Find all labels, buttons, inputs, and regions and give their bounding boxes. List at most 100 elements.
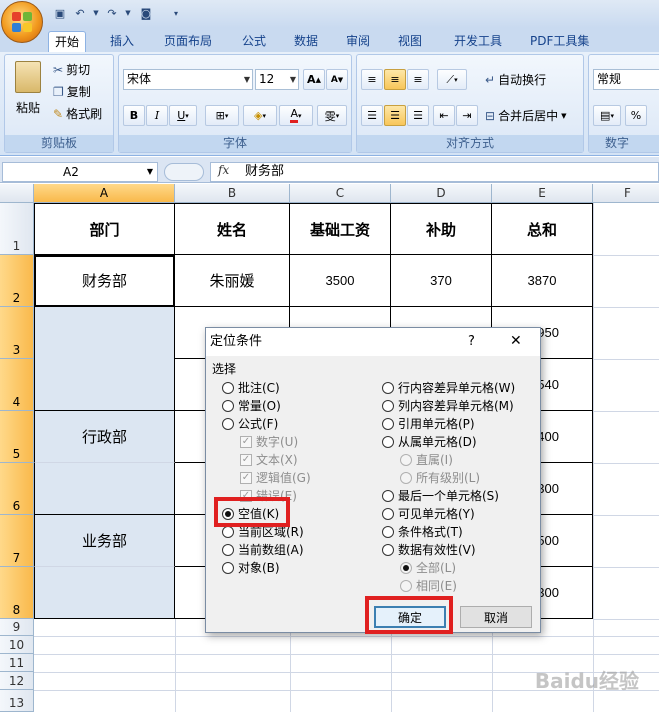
row-header-3[interactable]: 3 bbox=[0, 307, 34, 359]
column-header-c[interactable]: C bbox=[290, 184, 391, 203]
phonetic-icon[interactable]: 雯 ▾ bbox=[317, 105, 347, 126]
tab-home[interactable]: 开始 bbox=[48, 31, 87, 52]
wrap-text-button[interactable]: ↵ 自动换行 bbox=[485, 71, 546, 88]
option-all-levels[interactable]: 所有级别(L) bbox=[400, 469, 480, 486]
cell-c2[interactable]: 3500 bbox=[290, 255, 391, 307]
row-header-5[interactable]: 5 bbox=[0, 411, 34, 463]
check-text[interactable]: ✓ 文本(X) bbox=[240, 451, 298, 468]
tab-insert[interactable]: 插入 bbox=[104, 31, 140, 52]
tab-formulas[interactable]: 公式 bbox=[236, 31, 272, 52]
align-middle-icon[interactable]: ≡ bbox=[384, 69, 406, 90]
option-validation-all[interactable]: 全部(L) bbox=[400, 559, 456, 576]
formula-input[interactable]: 财务部 bbox=[210, 162, 659, 182]
option-dependents[interactable]: 从属单元格(D) bbox=[382, 433, 477, 450]
row-header-2[interactable]: 2 bbox=[0, 255, 34, 307]
borders-icon[interactable]: ⊞ ▾ bbox=[205, 105, 239, 126]
column-header-a[interactable]: A bbox=[34, 184, 175, 203]
option-direct-only[interactable]: 直属(I) bbox=[400, 451, 453, 468]
font-name-select[interactable]: 宋体 ▼ bbox=[123, 69, 253, 90]
align-right-icon[interactable]: ☰ bbox=[407, 105, 429, 126]
percent-icon[interactable]: % bbox=[625, 105, 647, 126]
help-icon[interactable]: ? bbox=[468, 334, 475, 349]
cancel-button[interactable]: 取消 bbox=[460, 606, 532, 628]
tab-pdf-tools[interactable]: PDF工具集 bbox=[524, 31, 595, 52]
row-header-6[interactable]: 6 bbox=[0, 463, 34, 515]
header-total[interactable]: 总和 bbox=[492, 204, 593, 255]
header-name[interactable]: 姓名 bbox=[175, 204, 290, 255]
copy-button[interactable]: ❐ 复制 bbox=[53, 83, 91, 100]
paste-button[interactable]: 粘贴 bbox=[9, 59, 47, 129]
header-subsidy[interactable]: 补助 bbox=[391, 204, 492, 255]
option-objects[interactable]: 对象(B) bbox=[222, 559, 280, 576]
check-logicals[interactable]: ✓ 逻辑值(G) bbox=[240, 469, 311, 486]
cell-a8[interactable] bbox=[34, 567, 175, 619]
office-button[interactable] bbox=[1, 1, 43, 43]
column-header-d[interactable]: D bbox=[391, 184, 492, 203]
format-painter-button[interactable]: ✎ 格式刷 bbox=[53, 105, 102, 122]
increase-indent-icon[interactable]: ⇥ bbox=[456, 105, 478, 126]
column-header-b[interactable]: B bbox=[175, 184, 290, 203]
shrink-font-icon[interactable]: A ▼ bbox=[326, 69, 348, 90]
customize-qat-icon[interactable]: ▾ bbox=[168, 5, 184, 21]
tab-data[interactable]: 数据 bbox=[288, 31, 324, 52]
merge-center-button[interactable]: ⊟ 合并后居中 ▼ bbox=[485, 107, 566, 124]
option-column-differences[interactable]: 列内容差异单元格(M) bbox=[382, 397, 514, 414]
option-row-differences[interactable]: 行内容差异单元格(W) bbox=[382, 379, 515, 396]
align-top-icon[interactable]: ≡ bbox=[361, 69, 383, 90]
name-box[interactable]: A2 ▼ bbox=[2, 162, 158, 182]
cell-a3-a4[interactable] bbox=[34, 307, 175, 411]
option-visible-cells[interactable]: 可见单元格(Y) bbox=[382, 505, 475, 522]
row-header-8[interactable]: 8 bbox=[0, 567, 34, 619]
formula-bar-splitter[interactable] bbox=[164, 163, 204, 181]
check-numbers[interactable]: ✓ 数字(U) bbox=[240, 433, 298, 450]
tab-page-layout[interactable]: 页面布局 bbox=[158, 31, 218, 52]
font-size-select[interactable]: 12 ▼ bbox=[255, 69, 299, 90]
option-comments[interactable]: 批注(C) bbox=[222, 379, 280, 396]
column-header-f[interactable]: F bbox=[593, 184, 659, 203]
number-format-select[interactable]: 常规 bbox=[593, 69, 659, 90]
camera-icon[interactable]: ◙ bbox=[138, 5, 154, 21]
fx-icon[interactable]: fx bbox=[218, 163, 229, 177]
cell-a2-active[interactable]: 财务部 bbox=[34, 255, 175, 307]
row-header-9[interactable]: 9 bbox=[0, 619, 34, 636]
cell-e2[interactable]: 3870 bbox=[492, 255, 593, 307]
option-constants[interactable]: 常量(O) bbox=[222, 397, 281, 414]
tab-review[interactable]: 审阅 bbox=[340, 31, 376, 52]
undo-dropdown-icon[interactable]: ▼ bbox=[88, 5, 104, 21]
row-header-1[interactable]: 1 bbox=[0, 203, 34, 255]
row-header-4[interactable]: 4 bbox=[0, 359, 34, 411]
underline-icon[interactable]: U ▾ bbox=[169, 105, 197, 126]
align-center-icon[interactable]: ☰ bbox=[384, 105, 406, 126]
fill-color-icon[interactable]: ◈ ▾ bbox=[243, 105, 277, 126]
row-header-11[interactable]: 11 bbox=[0, 654, 34, 672]
cell-a5[interactable]: 行政部 bbox=[34, 411, 175, 463]
cell-d2[interactable]: 370 bbox=[391, 255, 492, 307]
grow-font-icon[interactable]: A ▲ bbox=[303, 69, 325, 90]
column-header-e[interactable]: E bbox=[492, 184, 593, 203]
undo-icon[interactable]: ↶ bbox=[72, 5, 88, 21]
option-last-cell[interactable]: 最后一个单元格(S) bbox=[382, 487, 499, 504]
option-precedents[interactable]: 引用单元格(P) bbox=[382, 415, 475, 432]
select-all-corner[interactable] bbox=[0, 184, 34, 203]
option-formulas[interactable]: 公式(F) bbox=[222, 415, 278, 432]
italic-icon[interactable]: I bbox=[146, 105, 168, 126]
tab-developer[interactable]: 开发工具 bbox=[448, 31, 508, 52]
redo-icon[interactable]: ↷ bbox=[104, 5, 120, 21]
row-header-7[interactable]: 7 bbox=[0, 515, 34, 567]
option-conditional-formats[interactable]: 条件格式(T) bbox=[382, 523, 463, 540]
option-validation-same[interactable]: 相同(E) bbox=[400, 577, 457, 594]
row-header-12[interactable]: 12 bbox=[0, 672, 34, 690]
option-blanks[interactable]: 空值(K) bbox=[222, 505, 280, 522]
header-base-salary[interactable]: 基础工资 bbox=[290, 204, 391, 255]
row-header-10[interactable]: 10 bbox=[0, 636, 34, 654]
align-bottom-icon[interactable]: ≡ bbox=[407, 69, 429, 90]
header-dept[interactable]: 部门 bbox=[34, 204, 175, 255]
option-data-validation[interactable]: 数据有效性(V) bbox=[382, 541, 476, 558]
cut-button[interactable]: ✂ 剪切 bbox=[53, 61, 90, 78]
align-left-icon[interactable]: ☰ bbox=[361, 105, 383, 126]
close-icon[interactable]: ✕ bbox=[510, 333, 522, 349]
tab-view[interactable]: 视图 bbox=[392, 31, 428, 52]
accounting-icon[interactable]: ▤ ▾ bbox=[593, 105, 621, 126]
option-current-array[interactable]: 当前数组(A) bbox=[222, 541, 304, 558]
decrease-indent-icon[interactable]: ⇤ bbox=[433, 105, 455, 126]
